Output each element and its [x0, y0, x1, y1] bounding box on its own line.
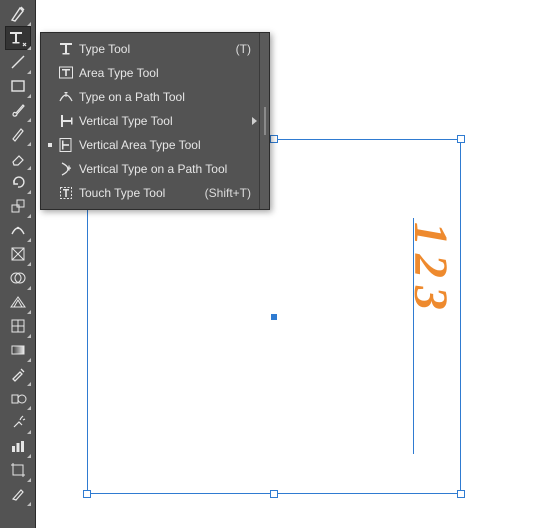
pen-tool[interactable] [5, 2, 31, 26]
scale-tool[interactable] [5, 194, 31, 218]
gradient-tool[interactable] [5, 338, 31, 362]
menu-touch-type-tool[interactable]: Touch Type Tool (Shift+T) [41, 181, 259, 205]
menu-label: Type Tool [77, 42, 226, 56]
perspective-grid-tool[interactable] [5, 290, 31, 314]
menu-label: Vertical Type Tool [77, 114, 241, 128]
menu-area-type-tool[interactable]: Area Type Tool [41, 61, 259, 85]
slice-tool[interactable] [5, 482, 31, 506]
eraser-tool[interactable] [5, 146, 31, 170]
symbol-sprayer-tool[interactable] [5, 410, 31, 434]
menu-vertical-type-tool[interactable]: Vertical Type Tool [41, 109, 259, 133]
touch-type-icon [55, 185, 77, 201]
tearoff-grip [264, 107, 266, 135]
menu-label: Vertical Area Type Tool [77, 138, 241, 152]
submenu-indicator [252, 117, 257, 125]
line-segment-tool[interactable] [5, 50, 31, 74]
paintbrush-tool[interactable] [5, 98, 31, 122]
menu-vertical-area-type-tool[interactable]: Vertical Area Type Tool [41, 133, 259, 157]
varea-type-icon [55, 137, 77, 153]
area-type-icon [55, 65, 77, 81]
menu-label: Area Type Tool [77, 66, 241, 80]
vertical-type-text[interactable]: 123 [406, 222, 454, 318]
menu-label: Vertical Type on a Path Tool [77, 162, 241, 176]
mesh-tool[interactable] [5, 314, 31, 338]
handle-bm[interactable] [270, 490, 278, 498]
menu-shortcut: (T) [226, 42, 251, 56]
toolbar [0, 0, 36, 528]
eyedropper-tool[interactable] [5, 362, 31, 386]
handle-tm[interactable] [270, 135, 278, 143]
center-point[interactable] [271, 314, 277, 320]
width-tool[interactable] [5, 218, 31, 242]
artboard-tool[interactable] [5, 458, 31, 482]
vtype-path-icon [55, 161, 77, 177]
menu-label: Type on a Path Tool [77, 90, 241, 104]
handle-br[interactable] [457, 490, 465, 498]
menu-type-tool[interactable]: Type Tool (T) [41, 37, 259, 61]
flyout-items: Type Tool (T) Area Type Tool Type on a P… [41, 33, 259, 209]
rectangle-tool[interactable] [5, 74, 31, 98]
shape-builder-tool[interactable] [5, 266, 31, 290]
type-tool-flyout[interactable]: Type Tool (T) Area Type Tool Type on a P… [40, 32, 270, 210]
blend-tool[interactable] [5, 386, 31, 410]
menu-label: Touch Type Tool [77, 186, 195, 200]
handle-tr[interactable] [457, 135, 465, 143]
type-icon [55, 41, 77, 57]
handle-bl[interactable] [83, 490, 91, 498]
menu-shortcut: (Shift+T) [195, 186, 251, 200]
type-path-icon [55, 89, 77, 105]
rotate-tool[interactable] [5, 170, 31, 194]
vtype-icon [55, 113, 77, 129]
menu-type-on-path-tool[interactable]: Type on a Path Tool [41, 85, 259, 109]
free-transform-tool[interactable] [5, 242, 31, 266]
selected-marker [48, 143, 52, 147]
pencil-tool[interactable] [5, 122, 31, 146]
menu-vertical-type-on-path-tool[interactable]: Vertical Type on a Path Tool [41, 157, 259, 181]
column-graph-tool[interactable] [5, 434, 31, 458]
type-tool[interactable] [5, 26, 31, 50]
flyout-tearoff-bar[interactable] [259, 33, 269, 209]
